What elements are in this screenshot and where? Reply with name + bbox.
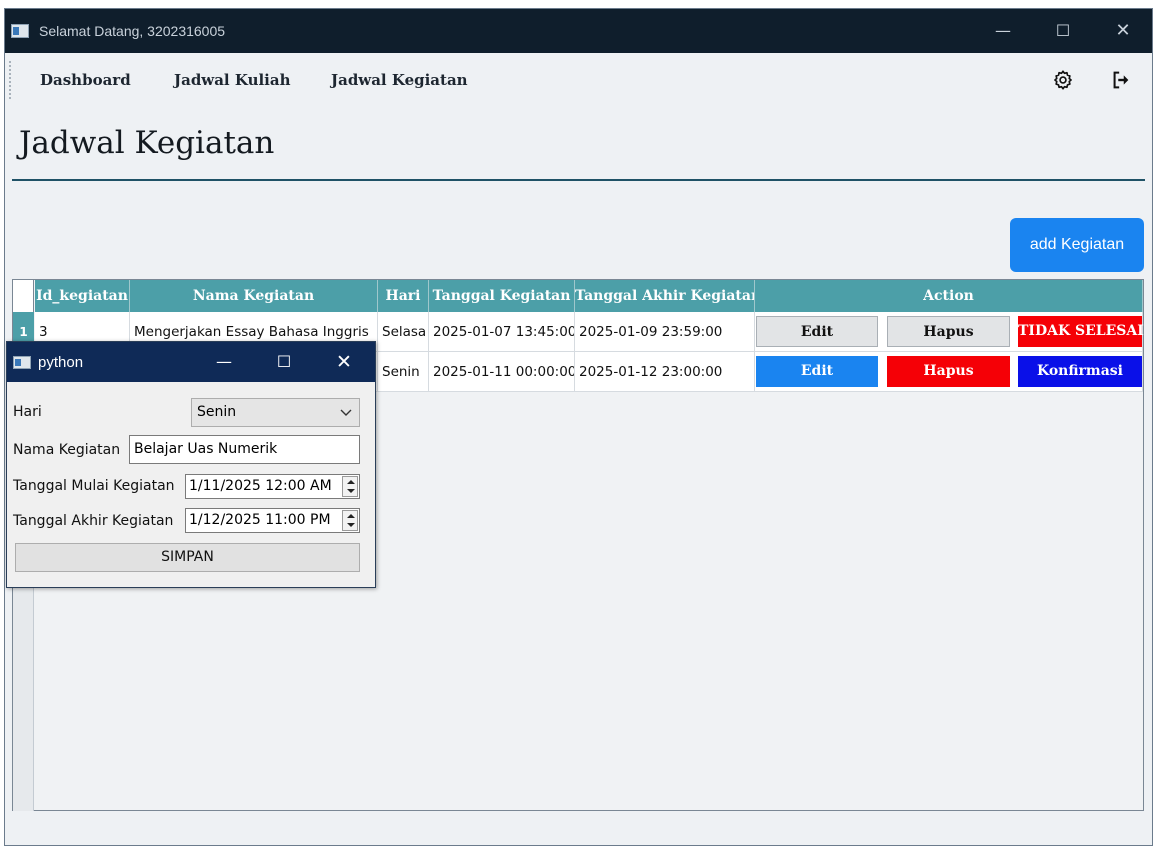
tanggal-akhir-value: 1/12/2025 11:00 PM: [189, 512, 331, 528]
dialog-close-button[interactable]: ✕: [332, 350, 356, 374]
nama-kegiatan-label: Nama Kegiatan: [13, 442, 121, 458]
toolbar-grip[interactable]: [9, 61, 12, 99]
tanggal-mulai-input[interactable]: 1/11/2025 12:00 AM: [185, 474, 360, 499]
hari-select-value: Senin: [197, 404, 237, 420]
nav-jadwal-kuliah[interactable]: Jadwal Kuliah: [174, 71, 291, 89]
cell-tanggal-akhir[interactable]: 2025-01-12 23:00:00: [575, 352, 755, 392]
edit-button[interactable]: Edit: [756, 316, 878, 347]
simpan-button[interactable]: SIMPAN: [15, 543, 360, 572]
column-header-action[interactable]: Action: [755, 280, 1143, 312]
tanggal-mulai-label: Tanggal Mulai Kegiatan: [13, 478, 175, 494]
chevron-down-icon: [340, 409, 352, 416]
maximize-button[interactable]: ☐: [1051, 19, 1075, 43]
edit-button[interactable]: Edit: [756, 356, 878, 387]
konfirmasi-button[interactable]: Konfirmasi: [1018, 356, 1142, 387]
window-title: Selamat Datang, 3202316005: [39, 23, 226, 39]
hapus-button[interactable]: Hapus: [887, 356, 1010, 387]
column-header-hari[interactable]: Hari: [378, 280, 429, 312]
title-divider: [12, 179, 1145, 181]
minimize-button[interactable]: —: [991, 19, 1015, 43]
page-title: Jadwal Kegiatan: [19, 125, 275, 161]
column-header-id[interactable]: Id_kegiatan: [35, 280, 130, 312]
hari-label: Hari: [13, 404, 42, 420]
tanggal-mulai-value: 1/11/2025 12:00 AM: [189, 478, 332, 494]
close-button[interactable]: ✕: [1111, 19, 1135, 43]
cell-hari[interactable]: Senin: [378, 352, 429, 392]
cell-hari[interactable]: Selasa: [378, 312, 429, 352]
logout-icon[interactable]: [1110, 69, 1132, 91]
tanggal-akhir-input[interactable]: 1/12/2025 11:00 PM: [185, 508, 360, 533]
edit-kegiatan-dialog: python — ☐ ✕ Hari Senin Nama Kegiatan Be…: [6, 341, 376, 588]
dialog-title: python: [38, 354, 84, 371]
cell-tanggal-akhir[interactable]: 2025-01-09 23:59:00: [575, 312, 755, 352]
dialog-minimize-button[interactable]: —: [212, 350, 236, 374]
hapus-button[interactable]: Hapus: [887, 316, 1010, 347]
dialog-maximize-button[interactable]: ☐: [272, 350, 296, 374]
nama-kegiatan-input[interactable]: Belajar Uas Numerik: [129, 435, 360, 464]
table-corner[interactable]: [13, 280, 34, 312]
add-kegiatan-button[interactable]: add Kegiatan: [1010, 218, 1144, 272]
tanggal-akhir-label: Tanggal Akhir Kegiatan: [13, 513, 174, 529]
column-header-tanggal[interactable]: Tanggal Kegiatan: [429, 280, 575, 312]
dialog-app-icon: [13, 356, 31, 369]
nav-jadwal-kegiatan[interactable]: Jadwal Kegiatan: [331, 71, 468, 89]
window-titlebar: Selamat Datang, 3202316005 — ☐ ✕: [5, 9, 1152, 53]
gear-icon[interactable]: [1052, 69, 1074, 91]
dialog-titlebar[interactable]: python — ☐ ✕: [7, 342, 375, 382]
app-icon: [11, 24, 29, 38]
column-header-nama[interactable]: Nama Kegiatan: [130, 280, 378, 312]
nav-dashboard[interactable]: Dashboard: [40, 71, 131, 89]
cell-tanggal[interactable]: 2025-01-11 00:00:00: [429, 352, 575, 392]
menu-bar: Dashboard Jadwal Kuliah Jadwal Kegiatan: [5, 53, 1152, 109]
cell-tanggal[interactable]: 2025-01-07 13:45:00: [429, 312, 575, 352]
column-header-tanggal-akhir[interactable]: Tanggal Akhir Kegiatan: [575, 280, 755, 312]
hari-select[interactable]: Senin: [191, 398, 360, 427]
spin-buttons[interactable]: [342, 476, 358, 497]
tidak-selesai-button[interactable]: TIDAK SELESAI: [1018, 316, 1144, 347]
spin-buttons[interactable]: [342, 510, 358, 531]
